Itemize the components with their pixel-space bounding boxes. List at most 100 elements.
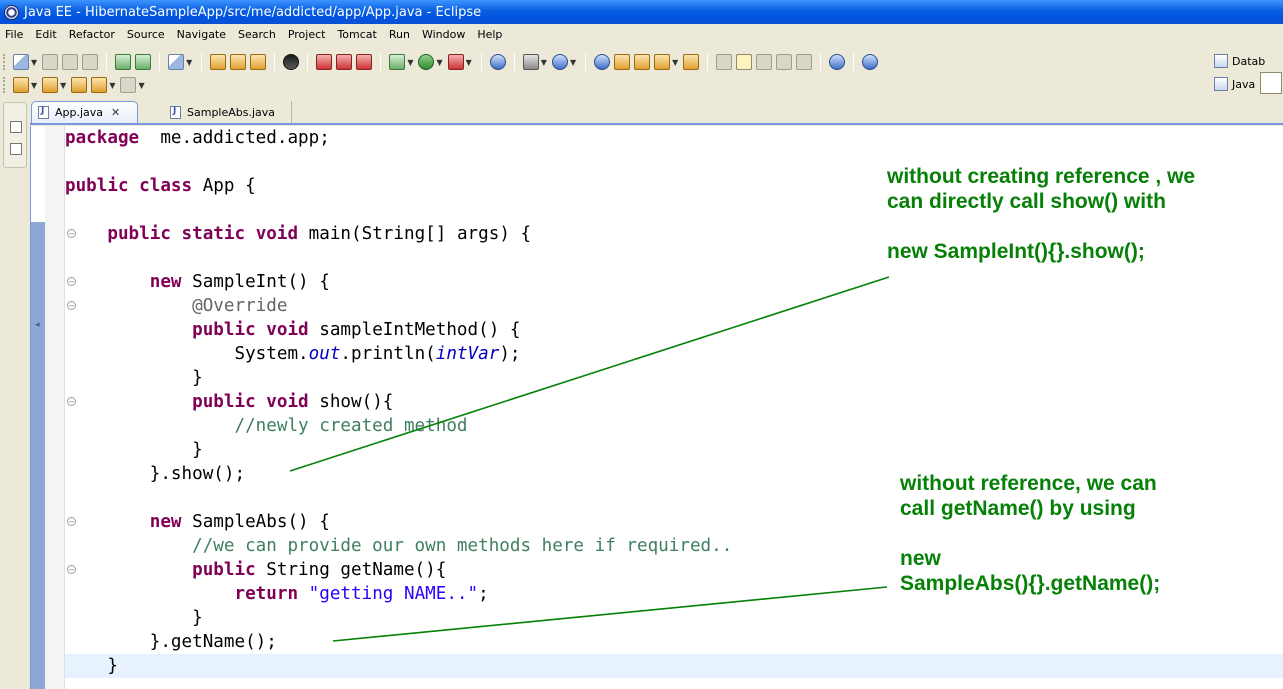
new-class-icon[interactable] [522,54,539,70]
open-folder-icon[interactable] [614,54,631,70]
menu-navigate[interactable]: Navigate [171,28,232,41]
hierarchy-icon[interactable] [230,54,247,70]
menu-file[interactable]: File [0,28,29,41]
open-perspective-button[interactable] [1260,72,1282,94]
previous-annotation-dropdown-icon[interactable]: ▼ [60,81,66,90]
code-line[interactable]: package me.addicted.app; [65,126,330,150]
tomcat-stop-icon[interactable] [336,54,353,70]
hibernate-icon[interactable] [283,54,300,70]
run-icon[interactable] [418,54,435,70]
globe-icon[interactable] [829,54,846,70]
code-line[interactable]: public void sampleIntMethod() { [65,318,521,342]
toggle-breadcrumb-icon[interactable] [716,54,733,70]
code-line[interactable]: } [65,654,118,678]
menu-edit[interactable]: Edit [29,28,62,41]
menu-run[interactable]: Run [383,28,416,41]
code-line[interactable]: return "getting NAME.."; [65,582,488,606]
toolbar-grip[interactable] [3,77,7,93]
code-token: new [149,512,182,532]
package-explorer-icon[interactable] [10,143,22,155]
new-web-service-icon[interactable] [551,54,568,70]
tab-sampleabs-java[interactable]: SampleAbs.java [164,101,292,123]
code-line[interactable]: @Override [65,294,287,318]
code-line[interactable]: }.show(); [65,462,245,486]
forward-icon[interactable] [120,77,137,93]
perspective-database-label: Datab [1232,54,1266,68]
code-line[interactable]: public void show(){ [65,390,393,414]
search-dropdown-icon[interactable]: ▼ [672,58,678,67]
deploy-icon[interactable] [115,54,132,70]
external-tools-icon[interactable] [447,54,464,70]
sync-icon[interactable] [862,54,879,70]
code-token: sampleIntMethod() { [308,320,521,340]
menu-window[interactable]: Window [416,28,471,41]
next-annotation-dropdown-icon[interactable]: ▼ [31,81,37,90]
new-server-icon[interactable] [489,54,506,70]
task-dropdown-icon[interactable]: ▼ [186,58,192,67]
save-icon[interactable] [42,54,59,70]
search-icon[interactable] [654,54,671,70]
code-line[interactable]: } [65,438,203,462]
menu-tomcat[interactable]: Tomcat [331,28,382,41]
toolbar-grip[interactable] [3,54,7,70]
code-line[interactable]: new SampleInt() { [65,270,330,294]
tab-app-java[interactable]: App.java ✕ [31,101,138,123]
show-whitespace-icon[interactable] [776,54,793,70]
block-selection-icon[interactable] [756,54,773,70]
external-tools-dropdown-icon[interactable]: ▼ [466,58,472,67]
back-icon[interactable] [91,77,108,93]
open-type-icon[interactable] [210,54,227,70]
open-resource-icon[interactable] [634,54,651,70]
close-icon[interactable]: ✕ [111,106,120,119]
last-edit-location-icon[interactable] [71,77,88,93]
code-line[interactable]: public class App { [65,174,256,198]
next-annotation-icon[interactable] [13,77,29,93]
tomcat-restart-icon[interactable] [356,54,373,70]
java-perspective-icon [1214,77,1228,91]
forward-dropdown-icon[interactable]: ▼ [138,81,144,90]
new-package-icon[interactable] [250,54,267,70]
new-dropdown-icon[interactable]: ▼ [31,58,37,67]
run-dropdown-icon[interactable]: ▼ [436,58,442,67]
menu-source[interactable]: Source [121,28,171,41]
code-line[interactable]: public static void main(String[] args) { [65,222,531,246]
tomcat-start-icon[interactable] [316,54,333,70]
print-icon[interactable] [82,54,99,70]
previous-annotation-icon[interactable] [42,77,59,93]
back-dropdown-icon[interactable]: ▼ [109,81,115,90]
code-line[interactable]: }.getName(); [65,630,277,654]
new-icon[interactable] [13,54,29,70]
task-icon[interactable] [168,54,185,70]
server-icon[interactable] [135,54,152,70]
code-line[interactable]: } [65,366,203,390]
code-line[interactable]: System.out.println(intVar); [65,342,520,366]
new-web-service-dropdown-icon[interactable]: ▼ [570,58,576,67]
menu-search[interactable]: Search [232,28,282,41]
mark-occurrences-icon[interactable] [736,54,753,70]
menu-project[interactable]: Project [282,28,332,41]
code-line[interactable]: //we can provide our own methods here if… [65,534,732,558]
new-class-dropdown-icon[interactable]: ▼ [541,58,547,67]
editor-tab-bar: App.java ✕ SampleAbs.java [30,100,1283,125]
menu-help[interactable]: Help [471,28,508,41]
open-task-icon[interactable] [683,54,700,70]
perspective-java[interactable]: Java [1214,77,1255,91]
code-line[interactable]: //newly created method [65,414,467,438]
perspective-database[interactable]: Datab [1214,54,1265,68]
paragraph-icon[interactable] [796,54,813,70]
save-all-icon[interactable] [62,54,79,70]
code-token: }.show(); [149,464,246,484]
open-perspective-icon[interactable] [594,54,611,70]
debug-dropdown-icon[interactable]: ▼ [407,58,413,67]
restore-icon[interactable] [10,121,22,133]
code-line[interactable]: } [65,606,203,630]
debug-icon[interactable] [389,54,406,70]
code-token: public [65,176,129,196]
code-line[interactable]: public String getName(){ [65,558,446,582]
code-line[interactable]: new SampleAbs() { [65,510,330,534]
menu-refactor[interactable]: Refactor [63,28,121,41]
code-token: public [192,320,256,340]
code-token: package [65,128,140,148]
